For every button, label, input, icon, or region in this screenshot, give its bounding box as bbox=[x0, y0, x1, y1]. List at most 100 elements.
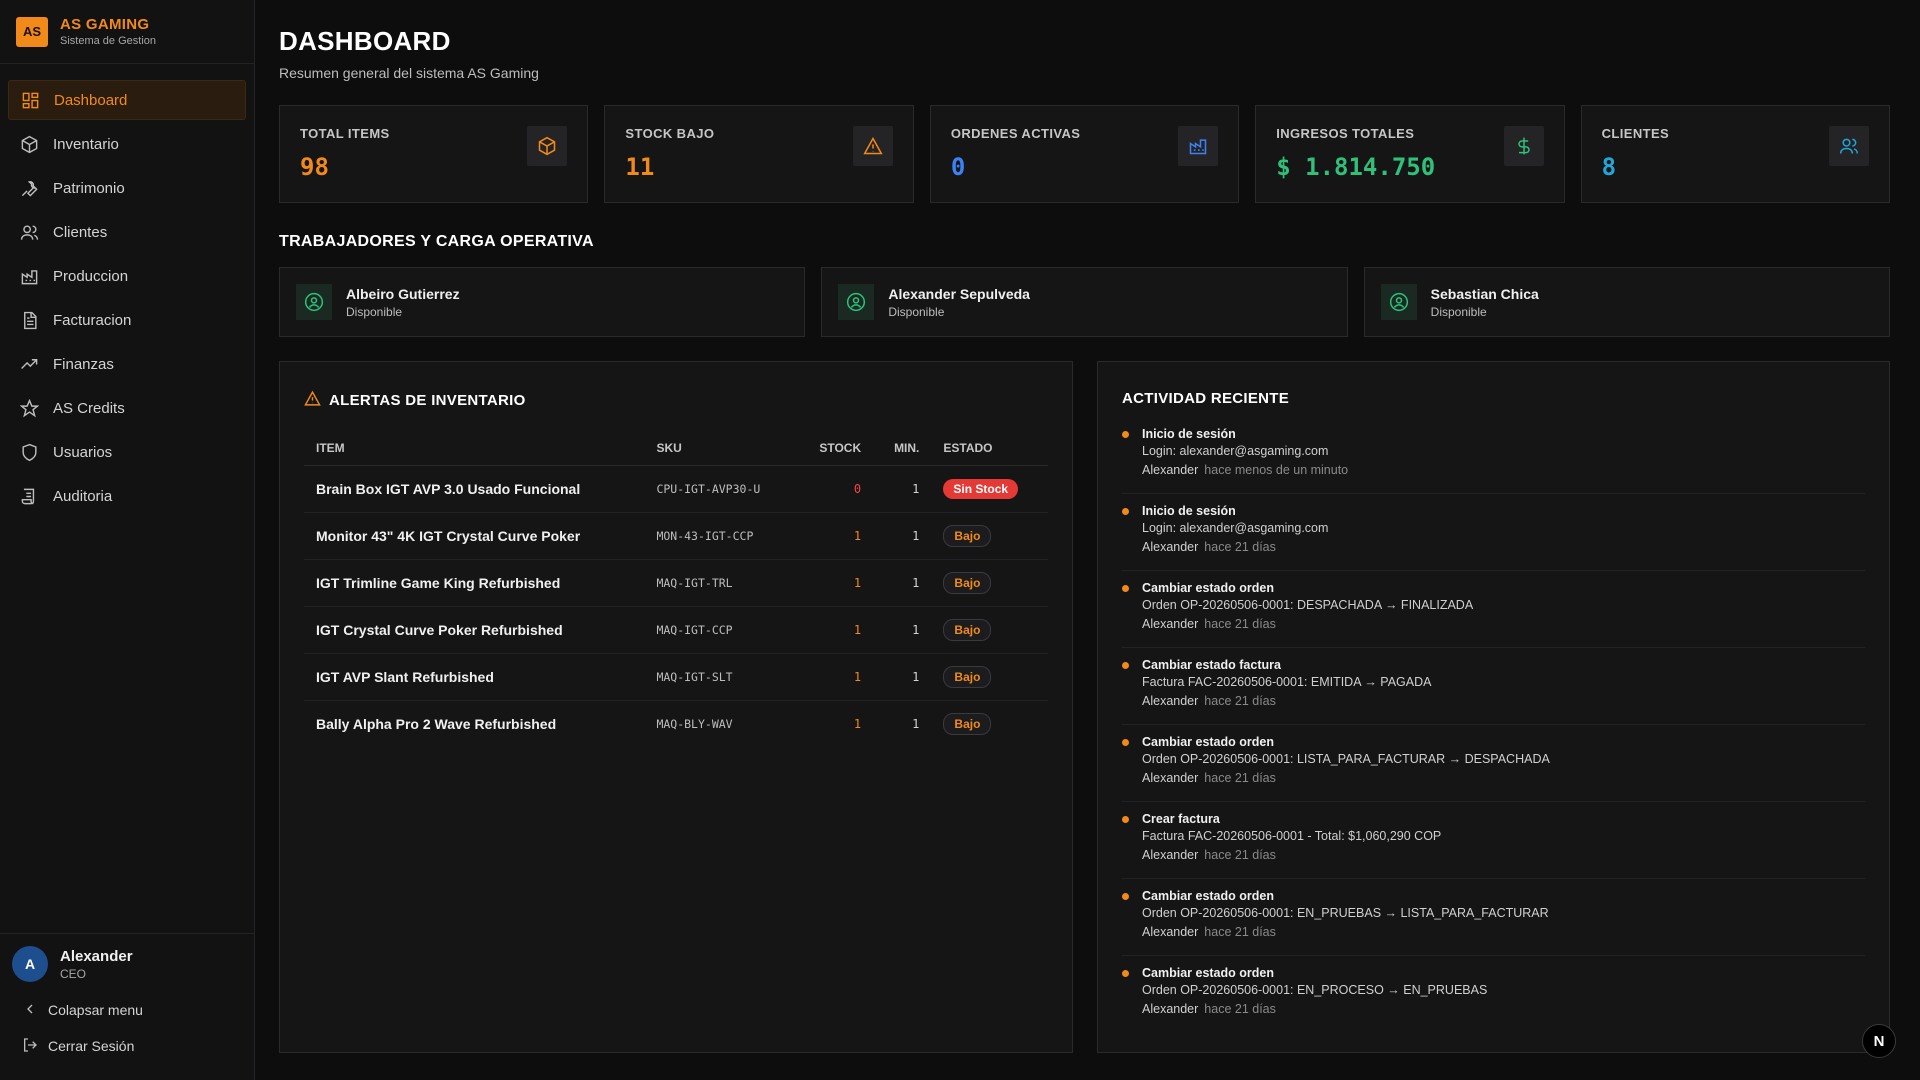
sidebar-item-dashboard[interactable]: Dashboard bbox=[8, 80, 246, 120]
sidebar-item-auditoria[interactable]: Auditoria bbox=[8, 476, 246, 516]
sidebar-item-finanzas[interactable]: Finanzas bbox=[8, 344, 246, 384]
activity-dot bbox=[1122, 431, 1129, 438]
dashboard-icon bbox=[21, 91, 40, 110]
list-item: Cambiar estado orden Orden OP-20260506-0… bbox=[1122, 581, 1865, 648]
sidebar-item-inventario[interactable]: Inventario bbox=[8, 124, 246, 164]
list-item: Cambiar estado orden Orden OP-20260506-0… bbox=[1122, 889, 1865, 956]
logout-icon bbox=[22, 1037, 38, 1056]
activity-user: Alexander bbox=[1142, 925, 1199, 939]
table-row[interactable]: IGT AVP Slant Refurbished MAQ-IGT-SLT 1 … bbox=[304, 653, 1048, 701]
table-row[interactable]: Bally Alpha Pro 2 Wave Refurbished MAQ-B… bbox=[304, 701, 1048, 748]
logout-button[interactable]: Cerrar Sesión bbox=[12, 1028, 242, 1064]
sidebar-item-label: Auditoria bbox=[53, 487, 113, 505]
worker-card[interactable]: Sebastian Chica Disponible bbox=[1363, 267, 1890, 337]
activity-dot bbox=[1122, 585, 1129, 592]
activity-desc: Factura FAC-20260506-0001 - Total: $1,06… bbox=[1142, 829, 1442, 843]
status-badge: Bajo bbox=[943, 713, 992, 736]
sidebar-item-label: Patrimonio bbox=[53, 179, 125, 197]
user-circle-icon bbox=[1380, 284, 1417, 320]
column-header-min: MIN. bbox=[873, 431, 932, 466]
item-sku: MAQ-IGT-SLT bbox=[644, 653, 796, 701]
activity-meta: Alexander hace menos de un minuto bbox=[1142, 463, 1865, 477]
list-item: Cambiar estado orden Orden OP-20260506-0… bbox=[1122, 735, 1865, 802]
column-header-item: ITEM bbox=[304, 431, 645, 466]
brand[interactable]: AS AS GAMING Sistema de Gestion bbox=[0, 0, 254, 64]
activity-desc: Orden OP-20260506-0001: EN_PRUEBAS → LIS… bbox=[1142, 906, 1549, 920]
collapse-menu-button[interactable]: Colapsar menu bbox=[12, 992, 242, 1028]
main-content: DASHBOARD Resumen general del sistema AS… bbox=[255, 0, 1920, 1080]
activity-time: hace 21 días bbox=[1204, 540, 1276, 554]
activity-desc: Orden OP-20260506-0001: DESPACHADA → FIN… bbox=[1142, 598, 1474, 612]
activity-meta: Alexander hace 21 días bbox=[1142, 540, 1865, 554]
item-min: 1 bbox=[873, 559, 932, 607]
sidebar-item-label: Usuarios bbox=[53, 443, 113, 461]
item-name: IGT Crystal Curve Poker Refurbished bbox=[304, 606, 645, 654]
activity-title: Crear factura bbox=[1142, 812, 1220, 826]
table-row[interactable]: IGT Trimline Game King Refurbished MAQ-I… bbox=[304, 559, 1048, 607]
item-stock: 1 bbox=[853, 717, 862, 732]
table-header-row: ITEM SKU STOCK MIN. ESTADO bbox=[304, 431, 1048, 466]
sidebar-footer: A Alexander CEO Colapsar menu Cerrar Ses… bbox=[0, 933, 254, 1080]
sidebar-item-clientes[interactable]: Clientes bbox=[8, 212, 246, 252]
sidebar-item-as-credits[interactable]: AS Credits bbox=[8, 388, 246, 428]
table-row[interactable]: Brain Box IGT AVP 3.0 Usado Funcional CP… bbox=[304, 465, 1048, 513]
users-icon bbox=[20, 223, 39, 242]
status-badge: Sin Stock bbox=[943, 479, 1019, 499]
item-sku: CPU-IGT-AVP30-U bbox=[644, 465, 796, 513]
corner-badge-button[interactable]: N bbox=[1862, 1024, 1896, 1058]
item-sku: MON-43-IGT-CCP bbox=[644, 512, 796, 560]
item-name: Monitor 43" 4K IGT Crystal Curve Poker bbox=[304, 512, 645, 560]
workers-row: Albeiro Gutierrez Disponible Alexander S… bbox=[279, 267, 1890, 337]
item-name: Brain Box IGT AVP 3.0 Usado Funcional bbox=[304, 465, 645, 513]
item-stock: 1 bbox=[795, 512, 874, 560]
activity-list: Inicio de sesión Login: alexander@asgami… bbox=[1122, 427, 1865, 1033]
worker-card[interactable]: Albeiro Gutierrez Disponible bbox=[279, 267, 806, 337]
activity-desc: Orden OP-20260506-0001: EN_PROCESO → EN_… bbox=[1142, 983, 1488, 997]
sidebar-item-usuarios[interactable]: Usuarios bbox=[8, 432, 246, 472]
sidebar-item-label: Inventario bbox=[53, 135, 119, 153]
worker-name: Sebastian Chica bbox=[1430, 285, 1539, 302]
list-item: Inicio de sesión Login: alexander@asgami… bbox=[1122, 427, 1865, 494]
user-profile[interactable]: A Alexander CEO bbox=[12, 946, 242, 992]
item-sku: MAQ-IGT-TRL bbox=[644, 559, 796, 607]
worker-name: Albeiro Gutierrez bbox=[346, 285, 460, 302]
table-row[interactable]: IGT Crystal Curve Poker Refurbished MAQ-… bbox=[304, 606, 1048, 654]
item-name: Bally Alpha Pro 2 Wave Refurbished bbox=[316, 716, 557, 733]
warning-icon bbox=[304, 390, 321, 411]
sidebar-item-facturacion[interactable]: Facturacion bbox=[8, 300, 246, 340]
item-estado: Bajo bbox=[931, 701, 1048, 748]
activity-dot bbox=[1122, 662, 1129, 669]
activity-title: Cambiar estado orden bbox=[1142, 735, 1274, 749]
page-title: DASHBOARD bbox=[279, 26, 451, 56]
panel-title-text: ALERTAS DE INVENTARIO bbox=[329, 392, 526, 409]
warning-icon bbox=[852, 126, 893, 166]
sidebar-item-label: Dashboard bbox=[54, 91, 128, 109]
column-header-sku: SKU bbox=[644, 431, 796, 466]
item-stock: 1 bbox=[795, 606, 874, 654]
list-item: Crear factura Factura FAC-20260506-0001 … bbox=[1122, 812, 1865, 879]
sidebar-item-patrimonio[interactable]: Patrimonio bbox=[8, 168, 246, 208]
item-name: IGT Trimline Game King Refurbished bbox=[304, 559, 645, 607]
activity-desc: Login: alexander@asgaming.com bbox=[1142, 521, 1329, 535]
scroll-icon bbox=[20, 487, 39, 506]
item-stock: 1 bbox=[795, 653, 874, 701]
status-badge: Bajo bbox=[943, 525, 992, 547]
activity-desc: Orden OP-20260506-0001: LISTA_PARA_FACTU… bbox=[1142, 752, 1550, 766]
box-icon bbox=[20, 135, 39, 154]
star-icon bbox=[20, 398, 39, 418]
user-circle-icon bbox=[296, 284, 332, 320]
sidebar-item-produccion[interactable]: Produccion bbox=[8, 256, 246, 296]
stat-card-clientes: CLIENTES 8 bbox=[1580, 105, 1891, 203]
worker-card[interactable]: Alexander Sepulveda Disponible bbox=[821, 267, 1348, 337]
activity-meta: Alexander hace 21 días bbox=[1142, 694, 1865, 708]
stat-card-stock-bajo: STOCK BAJO 11 bbox=[604, 105, 914, 203]
user-name: Alexander bbox=[60, 947, 133, 965]
worker-status: Disponible bbox=[1430, 304, 1487, 319]
brand-subtitle: Sistema de Gestion bbox=[60, 35, 156, 47]
activity-user: Alexander bbox=[1142, 771, 1199, 785]
factory-icon bbox=[20, 267, 39, 286]
stat-card-total-items: TOTAL ITEMS 98 bbox=[279, 105, 589, 203]
item-stock: 1 bbox=[795, 559, 874, 607]
activity-desc: Login: alexander@asgaming.com bbox=[1142, 444, 1329, 458]
table-row[interactable]: Monitor 43" 4K IGT Crystal Curve Poker M… bbox=[304, 512, 1048, 560]
